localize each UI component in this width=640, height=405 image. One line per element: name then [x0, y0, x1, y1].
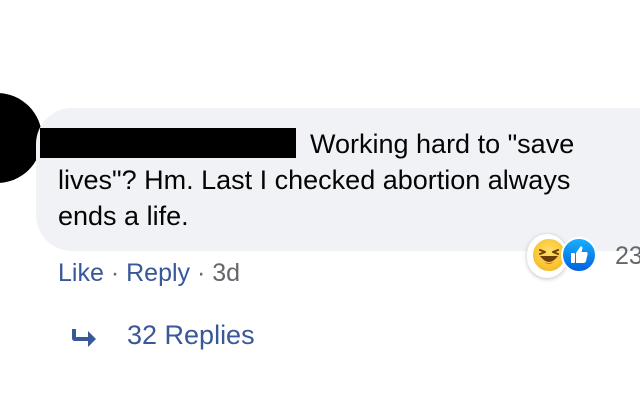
reaction-count: 23: [615, 242, 640, 270]
comment-thread: Working hard to "save lives"? Hm. Last I…: [0, 0, 640, 405]
reply-arrow-icon: [70, 326, 98, 350]
replies-label: 32 Replies: [127, 320, 255, 350]
reactions-summary[interactable]: 23: [527, 234, 640, 278]
separator: ·: [110, 259, 120, 287]
reply-button[interactable]: Reply: [126, 259, 190, 287]
like-button[interactable]: Like: [58, 259, 104, 287]
timestamp[interactable]: 3d: [212, 259, 240, 287]
like-icon: [561, 237, 597, 273]
redacted-author-name: [40, 128, 296, 158]
comment-actions: Like · Reply · 3d: [58, 256, 240, 290]
separator: ·: [196, 259, 206, 287]
